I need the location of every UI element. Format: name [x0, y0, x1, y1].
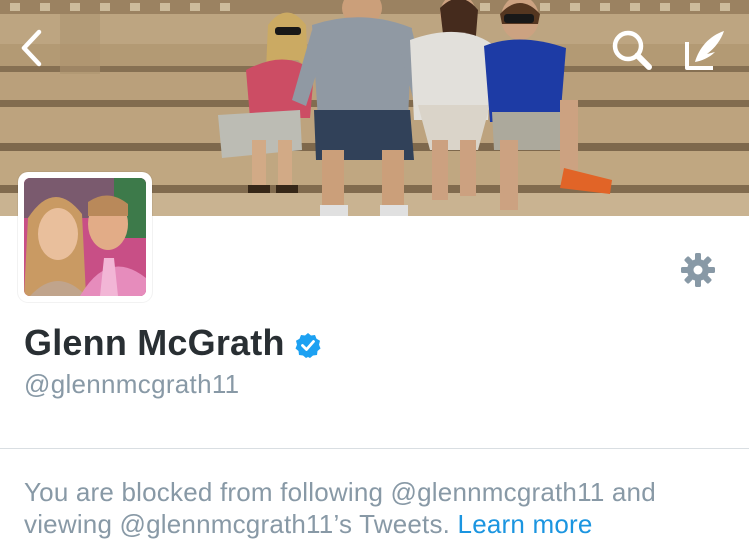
settings-button[interactable]	[674, 246, 722, 294]
learn-more-link[interactable]: Learn more	[458, 509, 593, 539]
screen-name: @glennmcgrath11	[24, 369, 240, 399]
verified-badge-icon	[295, 332, 321, 358]
gear-icon	[681, 253, 715, 287]
display-name: Glenn McGrath	[24, 322, 285, 363]
avatar[interactable]	[24, 178, 146, 296]
search-icon	[612, 30, 652, 70]
avatar-image	[24, 178, 146, 296]
profile-avatar-frame	[18, 172, 152, 302]
compose-tweet-icon	[685, 31, 724, 70]
chevron-left-icon	[21, 29, 42, 67]
profile-name-row: Glenn McGrath	[24, 322, 321, 364]
blocked-notice: You are blocked from following @glennmcg…	[24, 476, 736, 540]
divider	[0, 448, 749, 449]
compose-tweet-button[interactable]	[678, 24, 732, 76]
search-button[interactable]	[606, 24, 658, 76]
back-button[interactable]	[8, 24, 56, 72]
